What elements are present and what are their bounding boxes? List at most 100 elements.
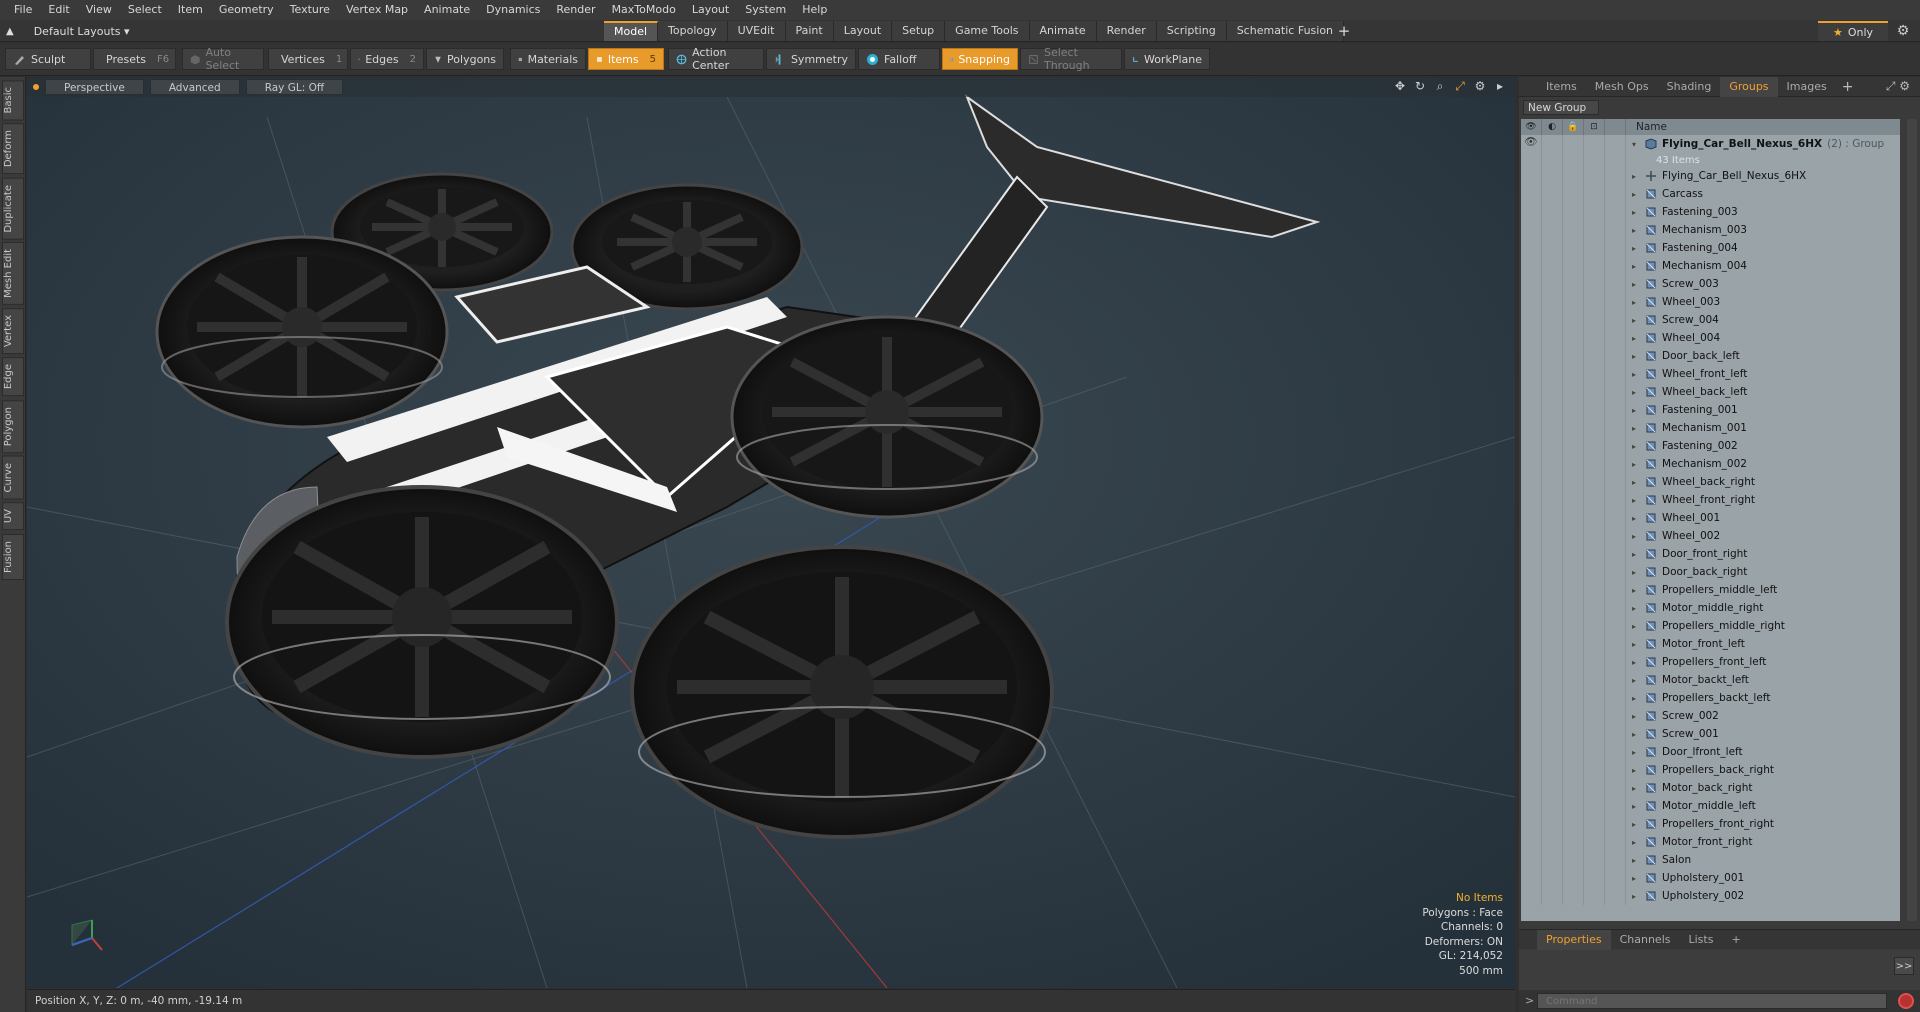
tree-item[interactable]: ▸ Propellers_middle_right bbox=[1521, 617, 1900, 635]
expand-icon[interactable]: ▸ bbox=[1632, 730, 1640, 739]
panel-tab-shading[interactable]: Shading bbox=[1658, 77, 1721, 97]
expand-icon[interactable]: ▸ bbox=[1632, 478, 1640, 487]
expand-arrows-icon[interactable]: >> bbox=[1894, 957, 1914, 975]
tree-item[interactable]: ▸ Motor_front_right bbox=[1521, 833, 1900, 851]
expand-icon[interactable]: ▸ bbox=[1632, 262, 1640, 271]
expand-icon[interactable]: ▸ bbox=[1632, 352, 1640, 361]
tree-item[interactable]: ▸ Motor_front_left bbox=[1521, 635, 1900, 653]
expand-icon[interactable]: ▸ bbox=[1632, 622, 1640, 631]
props-tab-lists[interactable]: Lists bbox=[1680, 930, 1723, 950]
left-tab-curve[interactable]: Curve bbox=[2, 455, 24, 500]
tree-item[interactable]: ▸ Salon bbox=[1521, 851, 1900, 869]
menu-dynamics[interactable]: Dynamics bbox=[478, 0, 548, 20]
expand-icon[interactable]: ▸ bbox=[1632, 676, 1640, 685]
menu-system[interactable]: System bbox=[737, 0, 794, 20]
command-input[interactable] bbox=[1537, 993, 1887, 1009]
tree-item[interactable]: ▸ Wheel_back_left bbox=[1521, 383, 1900, 401]
panel-tab-items[interactable]: Items bbox=[1537, 77, 1586, 97]
left-tab-deform[interactable]: Deform bbox=[2, 123, 24, 175]
tree-item[interactable]: ▸ Wheel_001 bbox=[1521, 509, 1900, 527]
layout-selector[interactable]: ▲ Default Layouts ▾ bbox=[6, 22, 130, 40]
maximize-view-icon[interactable]: ⤢ bbox=[1453, 79, 1467, 94]
action-center-button[interactable]: Action Center bbox=[668, 46, 764, 72]
expand-icon[interactable]: ▸ bbox=[1632, 316, 1640, 325]
tree-item[interactable]: ▸ Wheel_back_right bbox=[1521, 473, 1900, 491]
tree-item[interactable]: ▸ Screw_001 bbox=[1521, 725, 1900, 743]
tab-game-tools[interactable]: Game Tools bbox=[945, 21, 1030, 41]
edges-button[interactable]: Edges 2 bbox=[350, 48, 424, 70]
expand-icon[interactable]: ▸ bbox=[1632, 244, 1640, 253]
left-tab-basic[interactable]: Basic bbox=[2, 80, 24, 121]
tree-item[interactable]: ▸ Propellers_middle_left bbox=[1521, 581, 1900, 599]
tree-item[interactable]: ▸ Door_back_right bbox=[1521, 563, 1900, 581]
expand-icon[interactable]: ▸ bbox=[1632, 550, 1640, 559]
expand-icon[interactable]: ▸ bbox=[1632, 694, 1640, 703]
tree-item[interactable]: ▸ Wheel_front_left bbox=[1521, 365, 1900, 383]
symmetry-button[interactable]: Symmetry bbox=[766, 48, 856, 70]
tree-item[interactable]: ▸ Door_front_right bbox=[1521, 545, 1900, 563]
select-through-button[interactable]: Select Through bbox=[1020, 46, 1122, 72]
presets-button[interactable]: Presets F6 bbox=[93, 48, 176, 70]
scene-render[interactable] bbox=[27, 77, 1515, 988]
expand-icon[interactable]: ▸ bbox=[1632, 208, 1640, 217]
tab-setup[interactable]: Setup bbox=[892, 21, 946, 41]
layout-menu-icon[interactable]: ▲ bbox=[6, 26, 14, 37]
tree-item[interactable]: ▸ Mechanism_002 bbox=[1521, 455, 1900, 473]
tab-animate[interactable]: Animate bbox=[1029, 21, 1097, 41]
tree-item[interactable]: ▸ Wheel_front_right bbox=[1521, 491, 1900, 509]
auto-select-button[interactable]: Auto Select bbox=[182, 46, 264, 72]
rotate-view-icon[interactable]: ↻ bbox=[1413, 79, 1427, 94]
left-tab-fusion[interactable]: Fusion bbox=[2, 533, 24, 580]
menu-animate[interactable]: Animate bbox=[416, 0, 478, 20]
tab-topology[interactable]: Topology bbox=[658, 21, 728, 41]
expand-icon[interactable]: ▸ bbox=[1632, 406, 1640, 415]
tree-item[interactable]: ▸ Motor_middle_right bbox=[1521, 599, 1900, 617]
tree-item[interactable]: ▸ Door_lfront_left bbox=[1521, 743, 1900, 761]
expand-icon[interactable]: ▸ bbox=[1632, 568, 1640, 577]
expand-icon[interactable]: ▸ bbox=[1632, 604, 1640, 613]
panel-expand-icon[interactable]: ⤢ ⚙ bbox=[1886, 79, 1910, 94]
menu-item[interactable]: Item bbox=[170, 0, 211, 20]
tree-item[interactable]: ▸ Fastening_002 bbox=[1521, 437, 1900, 455]
add-tab-icon[interactable]: + bbox=[1334, 21, 1354, 41]
tree-item[interactable]: ▸ Propellers_backt_left bbox=[1521, 689, 1900, 707]
expand-icon[interactable]: ▸ bbox=[1632, 658, 1640, 667]
tab-scripting[interactable]: Scripting bbox=[1156, 21, 1227, 41]
tree-item[interactable]: ▸ Upholstery_001 bbox=[1521, 869, 1900, 887]
snapping-button[interactable]: Snapping bbox=[942, 48, 1018, 70]
visibility-column-icon[interactable]: 👁 bbox=[1521, 119, 1542, 135]
left-tab-polygon[interactable]: Polygon bbox=[2, 399, 24, 453]
tree-item[interactable]: ▸ Flying_Car_Bell_Nexus_6HX bbox=[1521, 167, 1900, 185]
tree-item[interactable]: ▸ Motor_middle_left bbox=[1521, 797, 1900, 815]
only-button[interactable]: ★ Only bbox=[1818, 21, 1888, 41]
expand-icon[interactable]: ▸ bbox=[1632, 766, 1640, 775]
add-props-tab-icon[interactable]: + bbox=[1722, 930, 1749, 950]
tree-item[interactable]: ▸ Motor_backt_left bbox=[1521, 671, 1900, 689]
falloff-button[interactable]: Falloff bbox=[858, 48, 940, 70]
menu-layout[interactable]: Layout bbox=[684, 0, 737, 20]
tab-uvedit[interactable]: UVEdit bbox=[727, 21, 786, 41]
name-column-header[interactable]: Name bbox=[1626, 121, 1667, 133]
expand-icon[interactable]: ▸ bbox=[1632, 298, 1640, 307]
expand-icon[interactable]: ▸ bbox=[1632, 226, 1640, 235]
tree-item[interactable]: ▸ Fastening_001 bbox=[1521, 401, 1900, 419]
expand-icon[interactable]: ▸ bbox=[1632, 748, 1640, 757]
props-tab-channels[interactable]: Channels bbox=[1611, 930, 1680, 950]
tree-item[interactable]: ▸ Fastening_004 bbox=[1521, 239, 1900, 257]
expand-icon[interactable]: ▸ bbox=[1632, 496, 1640, 505]
menu-texture[interactable]: Texture bbox=[282, 0, 338, 20]
lock-column-icon[interactable]: 🔒 bbox=[1563, 119, 1584, 135]
menu-geometry[interactable]: Geometry bbox=[211, 0, 282, 20]
left-tab-mesh-edit[interactable]: Mesh Edit bbox=[2, 242, 24, 306]
gear-icon[interactable]: ⚙ bbox=[1894, 22, 1912, 40]
raygl-toggle[interactable]: Ray GL: Off bbox=[245, 79, 344, 95]
new-group-button[interactable]: New Group bbox=[1523, 100, 1599, 115]
menu-help[interactable]: Help bbox=[794, 0, 835, 20]
tree-item[interactable]: ▸ Fastening_003 bbox=[1521, 203, 1900, 221]
vertices-button[interactable]: Vertices 1 bbox=[268, 48, 348, 70]
record-icon[interactable] bbox=[1898, 993, 1914, 1009]
sculpt-button[interactable]: Sculpt bbox=[5, 48, 91, 70]
menu-maxtomodo[interactable]: MaxToModo bbox=[604, 0, 684, 20]
expand-icon[interactable]: ▸ bbox=[1632, 856, 1640, 865]
expand-icon[interactable]: ▸ bbox=[1632, 874, 1640, 883]
